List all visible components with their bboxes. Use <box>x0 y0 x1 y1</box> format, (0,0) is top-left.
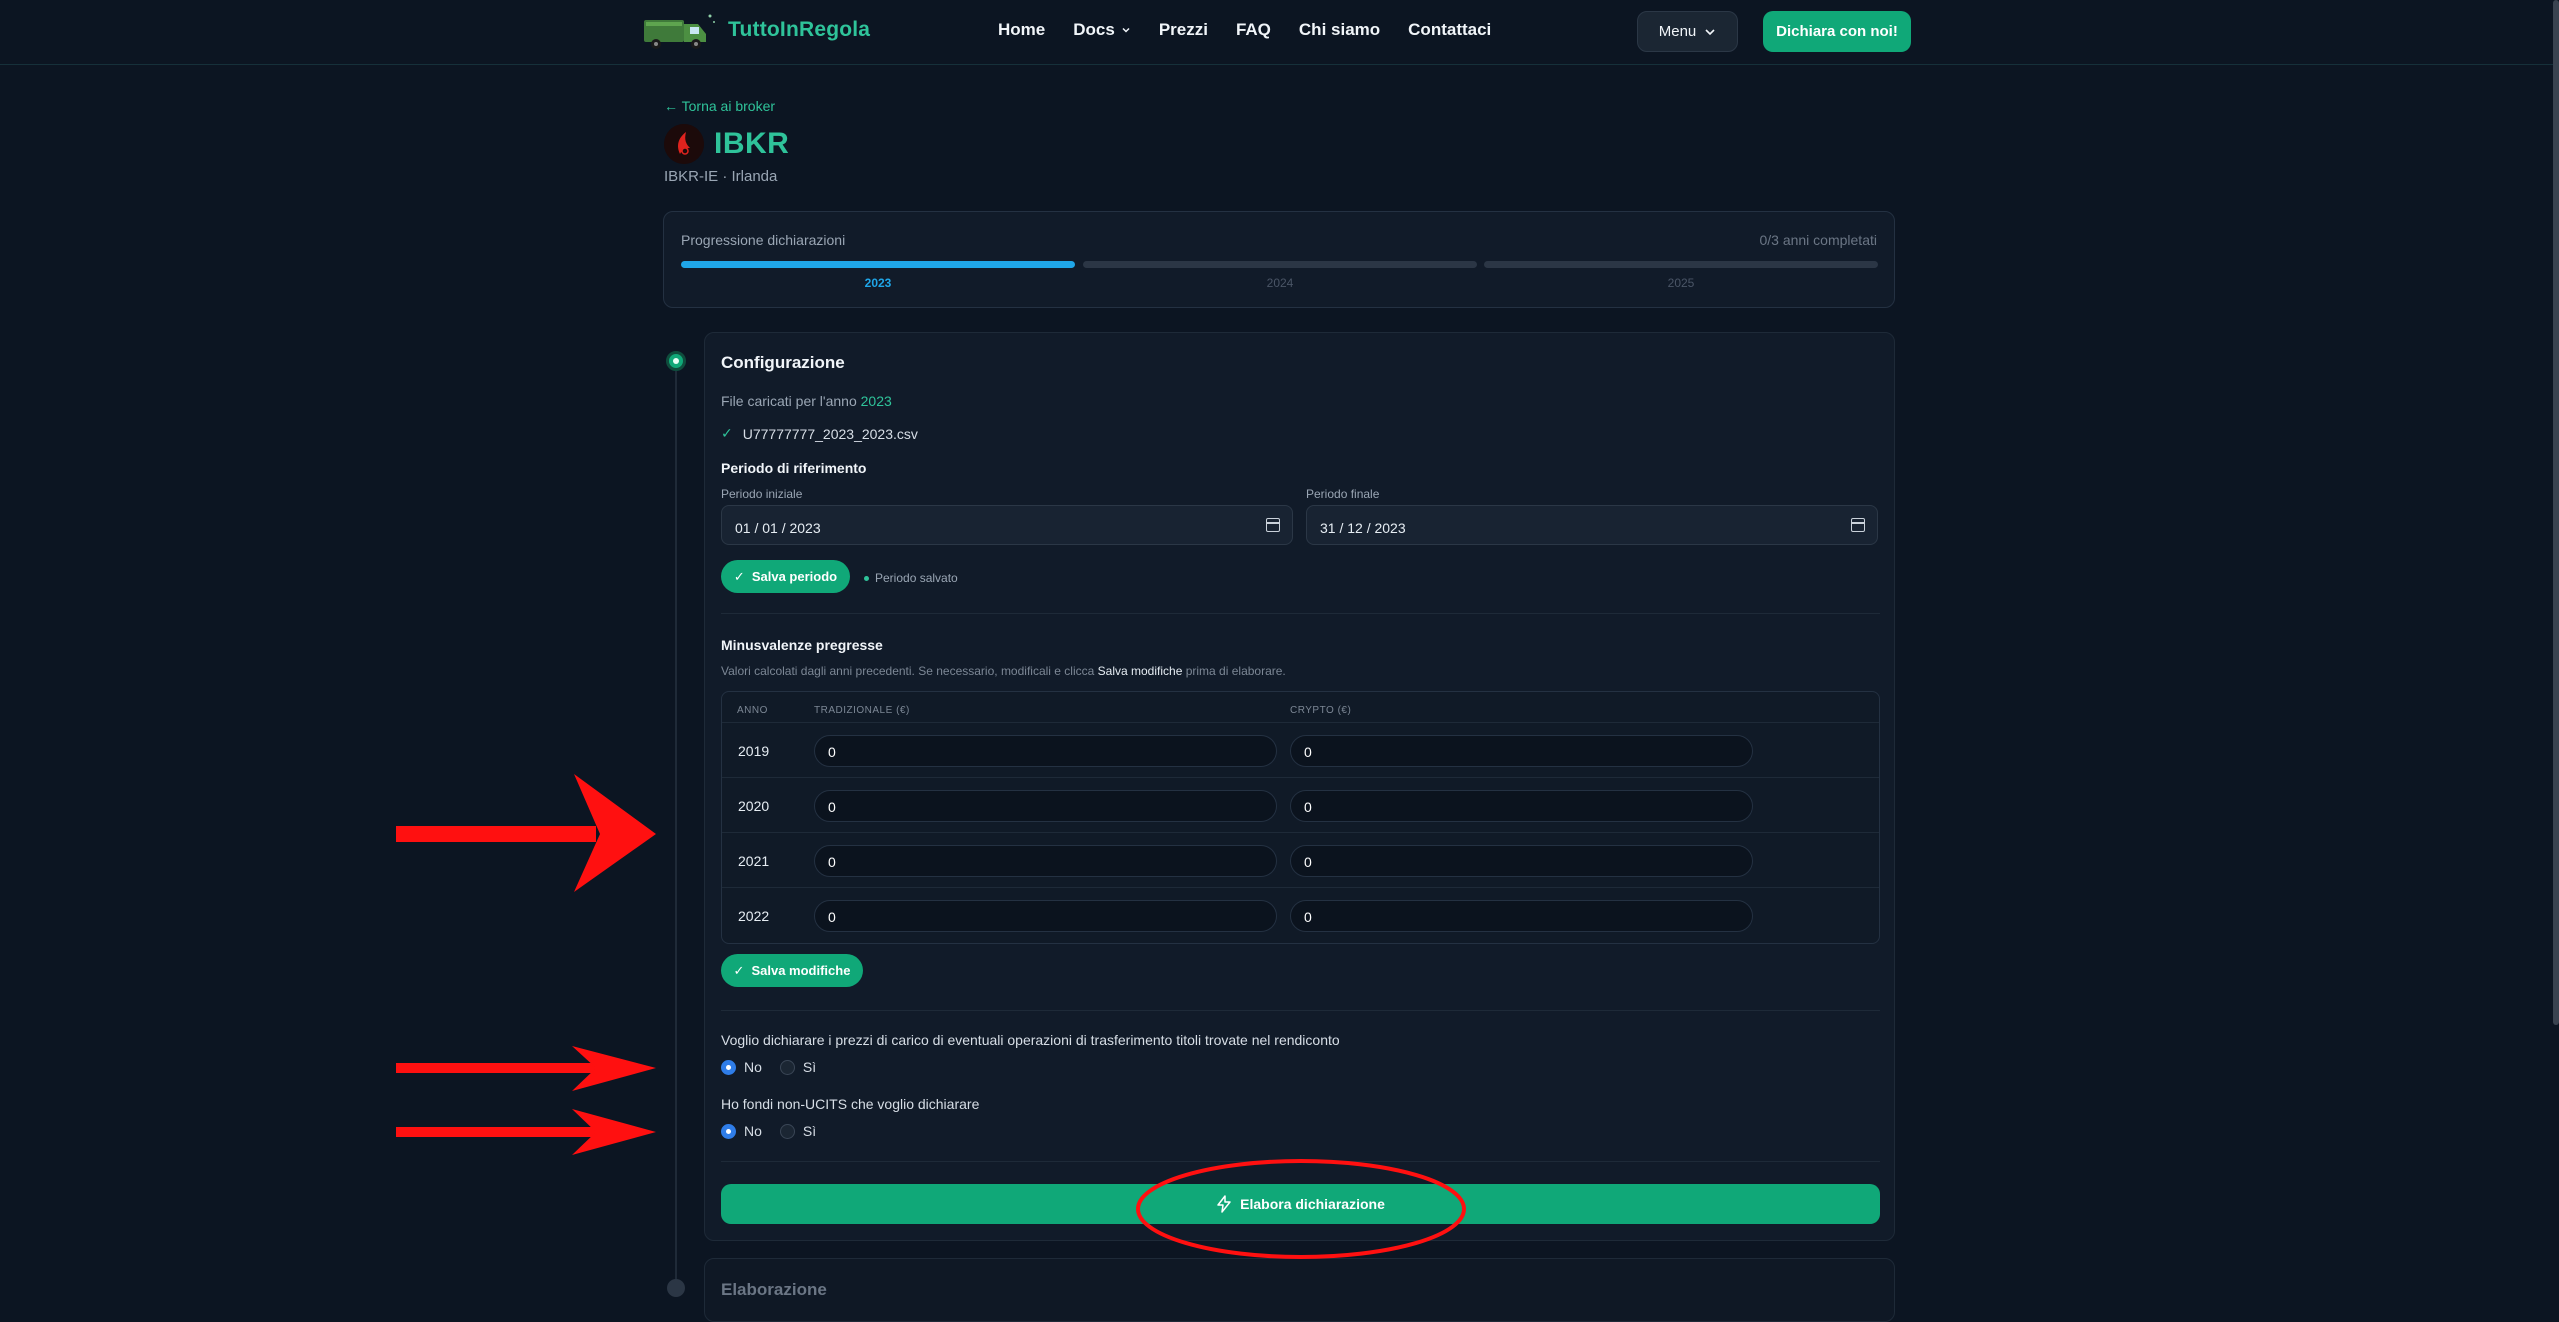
annotation-arrow-icon <box>396 1109 656 1155</box>
annotation-overlay <box>396 774 1466 1259</box>
scrollbar[interactable] <box>2553 0 2559 1025</box>
annotation-arrow-icon <box>396 774 656 892</box>
annotation-arrow-icon <box>396 1046 656 1091</box>
annotation-circle-icon <box>1136 1159 1466 1259</box>
